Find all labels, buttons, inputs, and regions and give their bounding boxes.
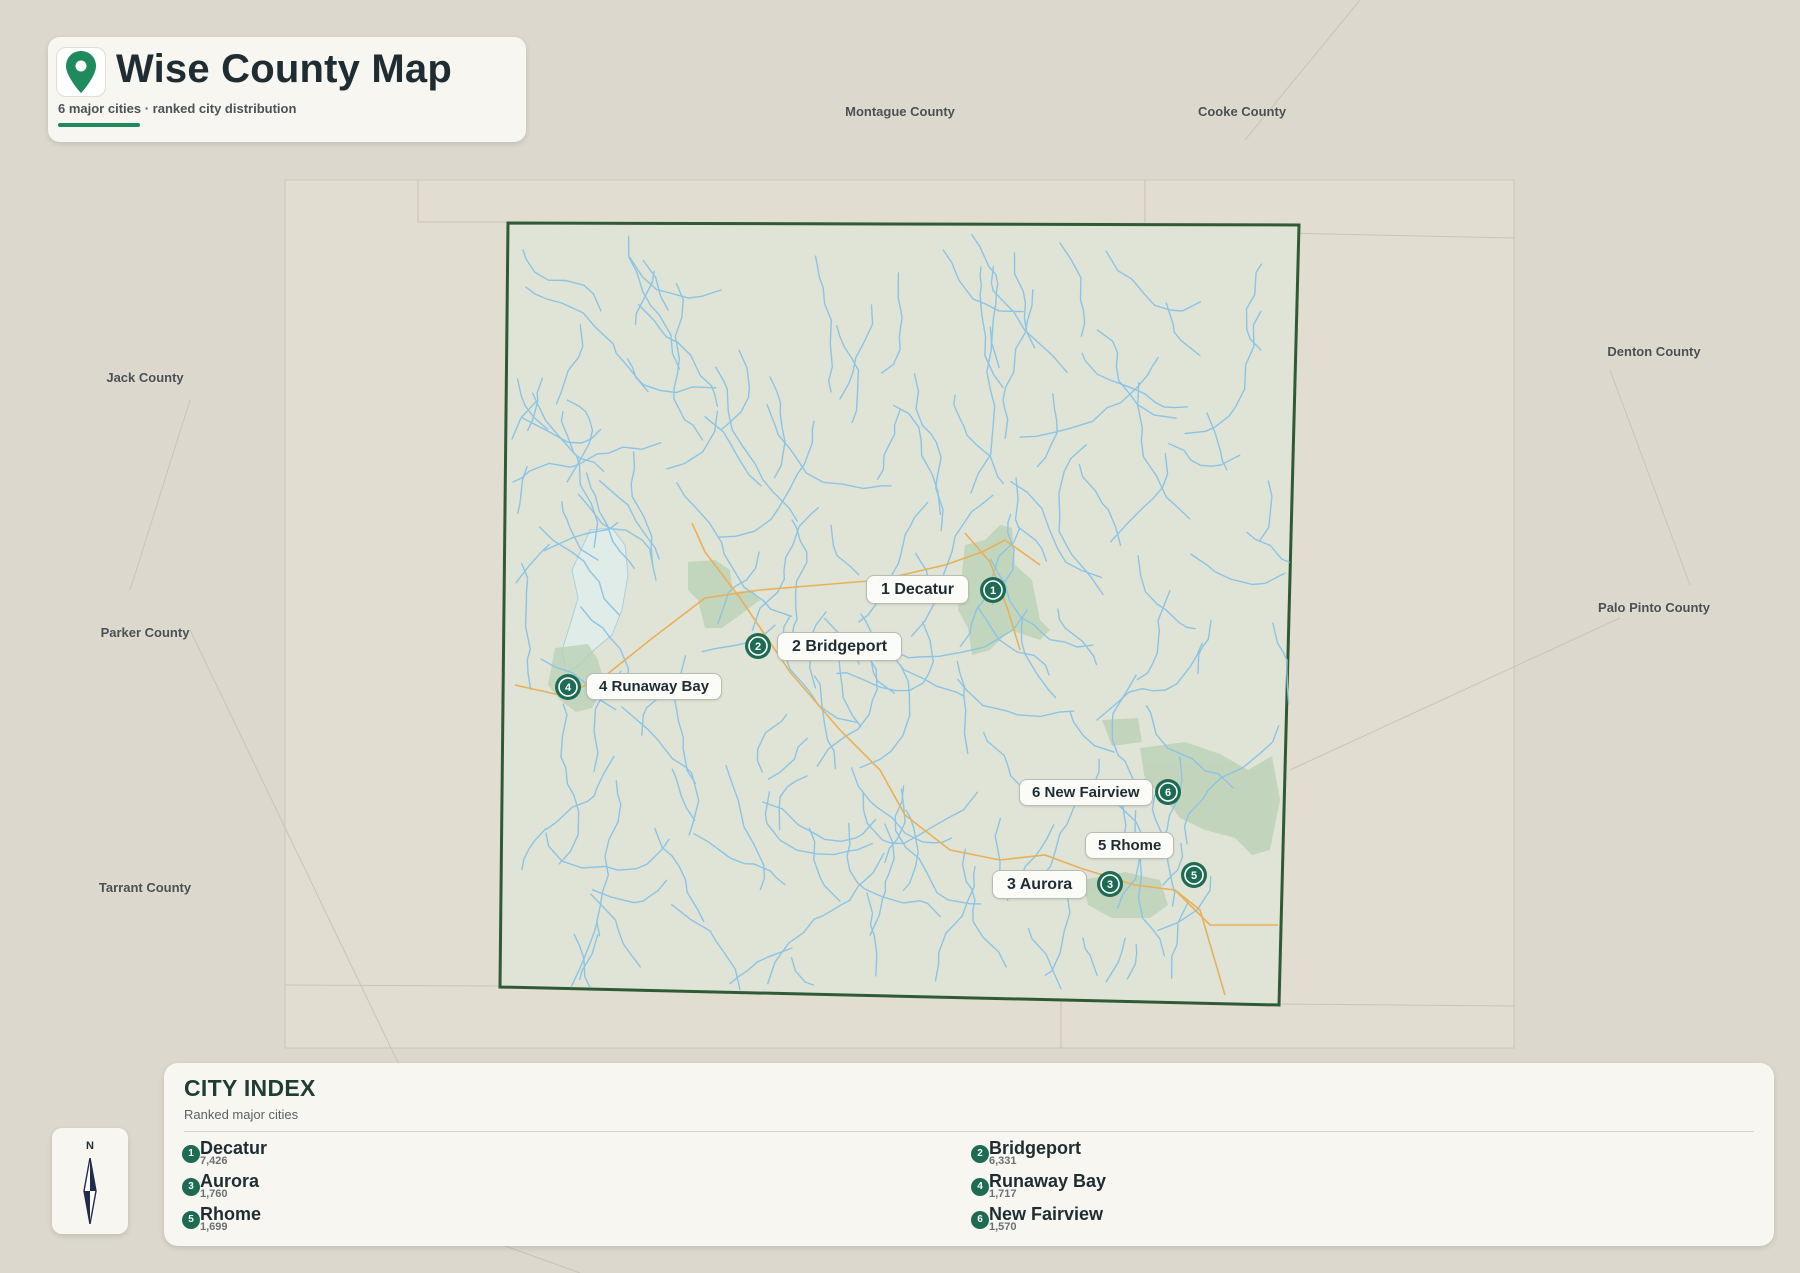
marker-rank: 1 [990,585,996,597]
city-index-panel: CITY INDEX Ranked major cities 1 Decatur… [164,1063,1774,1246]
index-city-population: 1,699 [200,1221,228,1233]
county-label-parker: Parker County [100,625,190,640]
index-item-aurora[interactable]: 3 Aurora 1,760 [182,1171,582,1201]
index-city-population: 1,717 [989,1188,1017,1200]
county-label-cooke: Cooke County [1197,104,1287,119]
city-marker-new-fairview[interactable]: 6 [1155,779,1181,805]
rank-badge: 5 [182,1211,200,1229]
index-item-bridgeport[interactable]: 2 Bridgeport 6,331 [971,1138,1371,1168]
city-label-rhome[interactable]: 5 Rhome [1085,832,1175,859]
index-city-population: 7,426 [200,1155,228,1167]
city-index-divider [184,1131,1754,1132]
marker-rank: 2 [755,641,761,653]
county-label-palo-pinto: Palo Pinto County [1598,600,1710,615]
county-label-tarrant: Tarrant County [98,880,192,895]
city-label-decatur[interactable]: 1 Decatur [866,575,969,604]
city-label-runaway-bay[interactable]: 4 Runaway Bay [586,673,723,700]
index-city-population: 6,331 [989,1155,1017,1167]
rank-badge: 6 [971,1211,989,1229]
compass: N [52,1128,128,1234]
county-label-denton: Denton County [1607,344,1701,359]
rank-badge: 3 [182,1178,200,1196]
city-marker-runaway-bay[interactable]: 4 [555,674,581,700]
title-card: Wise County Map 6 major cities · ranked … [48,37,526,142]
city-marker-rhome[interactable]: 5 [1181,862,1207,888]
city-index-title: CITY INDEX [184,1075,316,1101]
city-label-new-fairview[interactable]: 6 New Fairview [1019,779,1153,806]
compass-arrow-icon [83,1158,97,1224]
page-subtitle: 6 major cities · ranked city distributio… [58,101,297,116]
city-label-aurora[interactable]: 3 Aurora [992,870,1088,899]
marker-rank: 4 [565,682,572,694]
index-city-population: 1,760 [200,1188,228,1200]
county-label-montague: Montague County [845,104,955,119]
map-pin-icon [56,47,106,97]
city-marker-bridgeport[interactable]: 2 [745,633,771,659]
city-label-bridgeport[interactable]: 2 Bridgeport [777,632,903,661]
city-marker-decatur[interactable]: 1 [980,577,1006,603]
marker-rank: 3 [1107,879,1113,891]
rank-badge: 4 [971,1178,989,1196]
city-marker-aurora[interactable]: 3 [1097,871,1123,897]
page-title: Wise County Map [116,47,452,91]
index-item-rhome[interactable]: 5 Rhome 1,699 [182,1204,582,1234]
compass-north-label: N [86,1140,94,1152]
county-label-jack: Jack County [106,370,184,385]
rank-badge: 2 [971,1145,989,1163]
marker-rank: 5 [1191,870,1197,882]
index-item-decatur[interactable]: 1 Decatur 7,426 [182,1138,582,1168]
title-accent-bar [58,123,140,127]
marker-rank: 6 [1165,787,1171,799]
city-index-subtitle: Ranked major cities [184,1107,299,1122]
index-city-population: 1,570 [989,1221,1017,1233]
rank-badge: 1 [182,1145,200,1163]
index-item-new-fairview[interactable]: 6 New Fairview 1,570 [971,1204,1371,1234]
index-item-runaway-bay[interactable]: 4 Runaway Bay 1,717 [971,1171,1371,1201]
